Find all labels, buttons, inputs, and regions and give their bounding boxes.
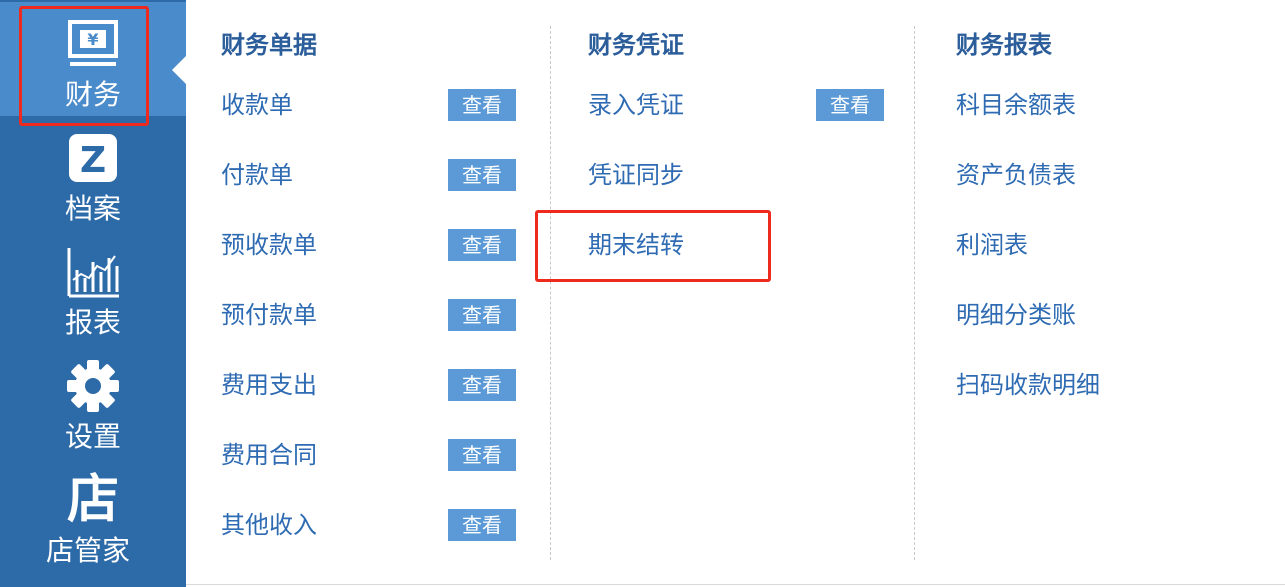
view-advance-receipt-button[interactable]: 查看 — [448, 229, 516, 261]
sidebar-item-label: 店管家 — [45, 534, 130, 567]
monitor-yen-icon: ¥ — [0, 16, 186, 72]
bottom-divider — [186, 584, 1285, 585]
svg-text:Z: Z — [80, 140, 106, 181]
link-expense-contract[interactable]: 费用合同 — [221, 438, 317, 472]
view-advance-payment-button[interactable]: 查看 — [448, 299, 516, 331]
sidebar-item-label: 档案 — [64, 192, 121, 225]
documents-heading: 财务单据 — [221, 31, 317, 59]
sidebar-item-finance[interactable]: ¥ 财务 — [0, 2, 186, 116]
active-caret — [172, 56, 186, 84]
view-expense-contract-button[interactable]: 查看 — [448, 439, 516, 471]
store-character-icon: 店 — [66, 470, 119, 530]
link-voucher-sync[interactable]: 凭证同步 — [588, 158, 684, 192]
bar-chart-icon — [0, 244, 186, 300]
sidebar-item-label: 设置 — [64, 420, 121, 453]
sidebar-item-settings[interactable]: 设置 — [0, 344, 186, 458]
link-account-balance[interactable]: 科目余额表 — [956, 88, 1076, 122]
view-payment-button[interactable]: 查看 — [448, 159, 516, 191]
vouchers-heading: 财务凭证 — [588, 31, 684, 59]
svg-text:¥: ¥ — [87, 30, 98, 49]
link-detail-ledger[interactable]: 明细分类账 — [956, 298, 1076, 332]
sidebar-item-label: 报表 — [64, 306, 121, 339]
column-divider — [550, 26, 551, 560]
sidebar-item-label: 财务 — [64, 78, 121, 111]
link-other-income[interactable]: 其他收入 — [221, 508, 317, 542]
view-other-income-button[interactable]: 查看 — [448, 509, 516, 541]
view-expense-button[interactable]: 查看 — [448, 369, 516, 401]
link-qr-receipt-detail[interactable]: 扫码收款明细 — [956, 368, 1100, 402]
column-divider — [914, 26, 915, 560]
z-badge-icon: Z — [0, 130, 186, 186]
link-receipt[interactable]: 收款单 — [221, 88, 293, 122]
link-enter-voucher[interactable]: 录入凭证 — [588, 88, 684, 122]
sidebar-item-store-manager[interactable]: 店 店管家 — [0, 458, 186, 572]
reports-heading: 财务报表 — [956, 31, 1052, 59]
sidebar-item-reports[interactable]: 报表 — [0, 230, 186, 344]
sidebar-item-archive[interactable]: Z 档案 — [0, 116, 186, 230]
link-balance-sheet[interactable]: 资产负债表 — [956, 158, 1076, 192]
link-income-statement[interactable]: 利润表 — [956, 228, 1028, 262]
link-advance-payment[interactable]: 预付款单 — [221, 298, 317, 332]
link-advance-receipt[interactable]: 预收款单 — [221, 228, 317, 262]
sidebar: ¥ 财务 Z 档案 报表 设置 店 店管家 — [0, 0, 186, 587]
view-receipt-button[interactable]: 查看 — [448, 89, 516, 121]
gear-icon — [0, 358, 186, 414]
link-payment[interactable]: 付款单 — [221, 158, 293, 192]
link-period-end-closing[interactable]: 期末结转 — [588, 228, 684, 262]
view-voucher-button[interactable]: 查看 — [816, 89, 884, 121]
link-expense[interactable]: 费用支出 — [221, 368, 317, 402]
